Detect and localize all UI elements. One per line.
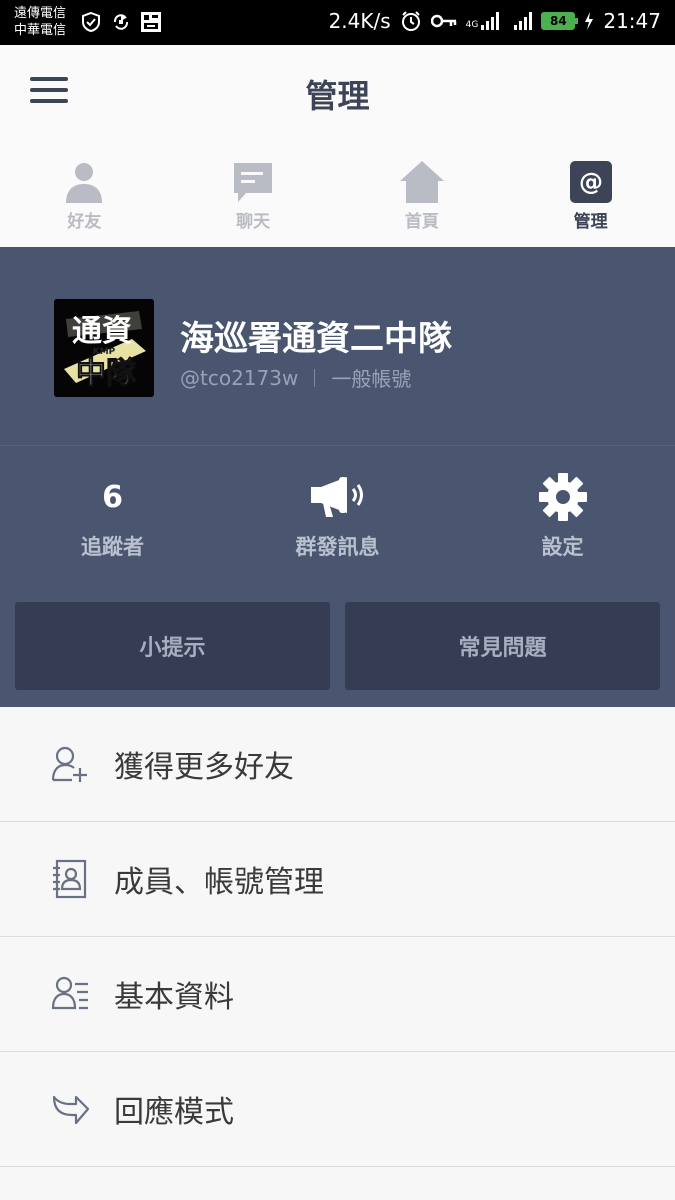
app-bar: 管理 bbox=[0, 45, 675, 135]
tab-label: 聊天 bbox=[236, 212, 271, 232]
tab-label: 好友 bbox=[67, 212, 102, 232]
followers-stat[interactable]: 6 追蹤者 bbox=[0, 469, 225, 561]
battery-icon: 84 bbox=[541, 12, 579, 30]
megaphone-icon bbox=[310, 477, 363, 517]
tab-chats[interactable]: 聊天 bbox=[169, 135, 338, 247]
faq-button[interactable]: 常見問題 bbox=[345, 602, 660, 690]
gear-icon bbox=[538, 473, 587, 521]
cellular-4g-icon: 4G bbox=[466, 12, 500, 30]
list-item-label: 回應模式 bbox=[114, 1095, 234, 1130]
avatar-logo: 通資 KMP 中隊 bbox=[54, 299, 154, 397]
carrier-2: 中華電信 bbox=[14, 23, 67, 38]
page-title: 管理 bbox=[305, 77, 370, 115]
network-type: 4G bbox=[465, 20, 479, 30]
status-bar: 遠傳電信 中華電信 2.4K/s 4G 84 21:47 bbox=[0, 0, 675, 45]
tab-label: 管理 bbox=[573, 212, 608, 232]
followers-count: 6 bbox=[102, 479, 123, 515]
list-item-label: 成員、帳號管理 bbox=[114, 865, 324, 900]
account-meta: @tco2173w 一般帳號 bbox=[180, 363, 411, 392]
account-panel: 通資 KMP 中隊 海巡署通資二中隊 @tco2173w 一般帳號 6 追蹤者 bbox=[0, 247, 675, 707]
tab-friends[interactable]: 好友 bbox=[0, 135, 169, 247]
status-right: 2.4K/s 4G 84 21:47 bbox=[329, 9, 661, 33]
home-icon bbox=[399, 161, 444, 203]
list-item-response-mode[interactable]: 回應模式 bbox=[0, 1052, 675, 1167]
avatar-text-top: 通資 bbox=[72, 314, 132, 349]
chat-bubble-icon bbox=[234, 163, 273, 202]
battery-level: 84 bbox=[550, 14, 567, 28]
at-sign-icon: @ bbox=[569, 161, 612, 203]
sync-icon bbox=[113, 14, 129, 30]
broadcast-button[interactable]: 群發訊息 bbox=[225, 469, 450, 561]
broadcast-label: 群發訊息 bbox=[295, 535, 380, 559]
charging-bolt-icon bbox=[585, 12, 594, 30]
key-icon bbox=[430, 14, 456, 28]
status-left-icons bbox=[80, 11, 162, 33]
meta-separator bbox=[314, 368, 316, 387]
account-handle: @tco2173w bbox=[180, 365, 299, 390]
followers-label: 追蹤者 bbox=[81, 535, 144, 559]
settings-button[interactable]: 設定 bbox=[450, 469, 675, 561]
tab-bar: 好友 聊天 首頁 @ 管理 bbox=[0, 135, 675, 247]
account-type: 一般帳號 bbox=[331, 367, 412, 391]
tab-manage[interactable]: @ 管理 bbox=[506, 135, 675, 247]
tab-home[interactable]: 首頁 bbox=[338, 135, 507, 247]
list-item-members-accounts[interactable]: 成員、帳號管理 bbox=[0, 822, 675, 937]
svg-text:@: @ bbox=[579, 168, 603, 196]
list-item-basic-info[interactable]: 基本資料 bbox=[0, 937, 675, 1052]
avatar-text-bottom: 中隊 bbox=[76, 356, 136, 391]
profile-card-icon bbox=[51, 976, 88, 1010]
app-grid-icon bbox=[141, 12, 161, 32]
list-item-label: 基本資料 bbox=[114, 980, 234, 1015]
tips-button[interactable]: 小提示 bbox=[15, 602, 330, 690]
shield-check-icon bbox=[82, 11, 100, 33]
signal-icon bbox=[514, 12, 533, 30]
avatar[interactable]: 通資 KMP 中隊 bbox=[54, 299, 154, 397]
manage-menu-list: 獲得更多好友 成員、帳號管理 基本資料 回應模式 bbox=[0, 707, 675, 1167]
person-icon bbox=[66, 163, 103, 203]
tab-label: 首頁 bbox=[404, 212, 439, 232]
carrier-1: 遠傳電信 bbox=[14, 6, 67, 21]
reply-arrow-icon bbox=[52, 1095, 90, 1125]
list-item-label: 獲得更多好友 bbox=[114, 750, 294, 785]
stats-row: 6 追蹤者 群發訊息 設定 bbox=[0, 469, 675, 561]
account-name: 海巡署通資二中隊 bbox=[180, 319, 452, 359]
settings-label: 設定 bbox=[541, 535, 584, 559]
list-item-get-more-friends[interactable]: 獲得更多好友 bbox=[0, 707, 675, 822]
carrier-info: 遠傳電信 中華電信 bbox=[14, 5, 66, 39]
alarm-icon bbox=[401, 11, 420, 31]
add-friend-icon bbox=[51, 746, 87, 782]
panel-divider bbox=[0, 445, 675, 446]
contact-book-icon bbox=[53, 859, 87, 899]
clock: 21:47 bbox=[603, 9, 661, 33]
network-speed: 2.4K/s bbox=[328, 9, 391, 33]
